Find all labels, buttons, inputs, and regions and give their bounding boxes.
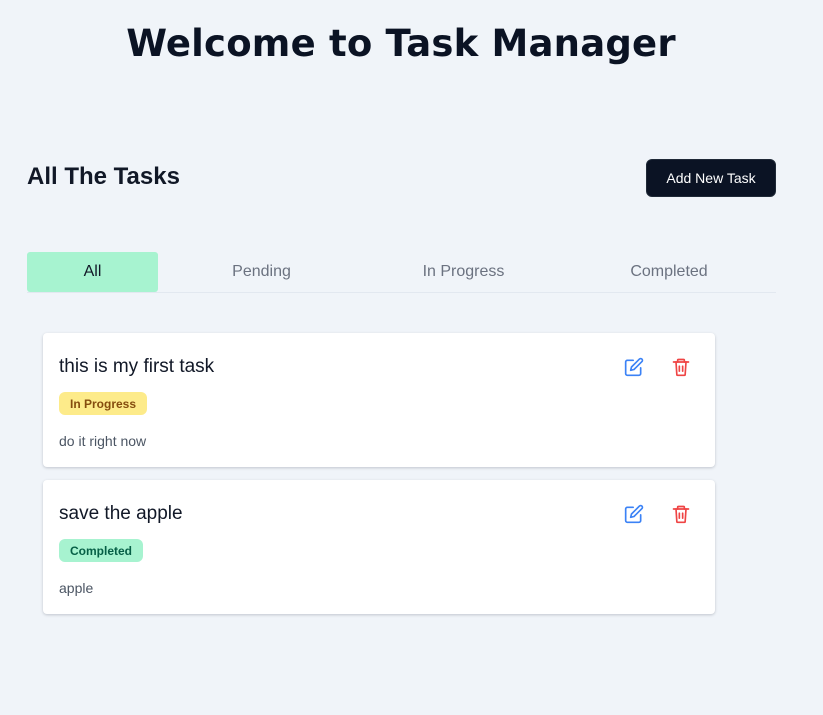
tab-in-progress[interactable]: In Progress — [365, 252, 562, 292]
delete-task-button[interactable] — [669, 355, 693, 379]
status-badge: In Progress — [59, 392, 148, 415]
tab-completed[interactable]: Completed — [562, 252, 776, 292]
task-title: save the apple — [59, 503, 183, 524]
status-tabs: All Pending In Progress Completed — [27, 252, 776, 293]
task-title: this is my first task — [59, 356, 215, 377]
trash-icon — [672, 505, 690, 524]
task-description: do it right now — [59, 433, 147, 449]
section-title: All The Tasks — [27, 163, 180, 190]
edit-task-button[interactable] — [622, 502, 646, 526]
edit-task-button[interactable] — [622, 355, 646, 379]
status-badge: Completed — [59, 539, 144, 562]
page-title: Welcome to Task Manager — [126, 22, 676, 65]
edit-icon — [624, 357, 644, 377]
task-manager-page: Welcome to Task Manager All The Tasks Ad… — [0, 0, 823, 715]
trash-icon — [672, 358, 690, 377]
tab-all[interactable]: All — [27, 252, 158, 292]
task-card: save the apple Completed apple — [43, 480, 715, 614]
add-new-task-button[interactable]: Add New Task — [646, 159, 776, 197]
delete-task-button[interactable] — [669, 502, 693, 526]
edit-icon — [624, 504, 644, 524]
tab-pending[interactable]: Pending — [158, 252, 365, 292]
task-description: apple — [59, 580, 94, 596]
task-card: this is my first task In Progress do it … — [43, 333, 715, 467]
